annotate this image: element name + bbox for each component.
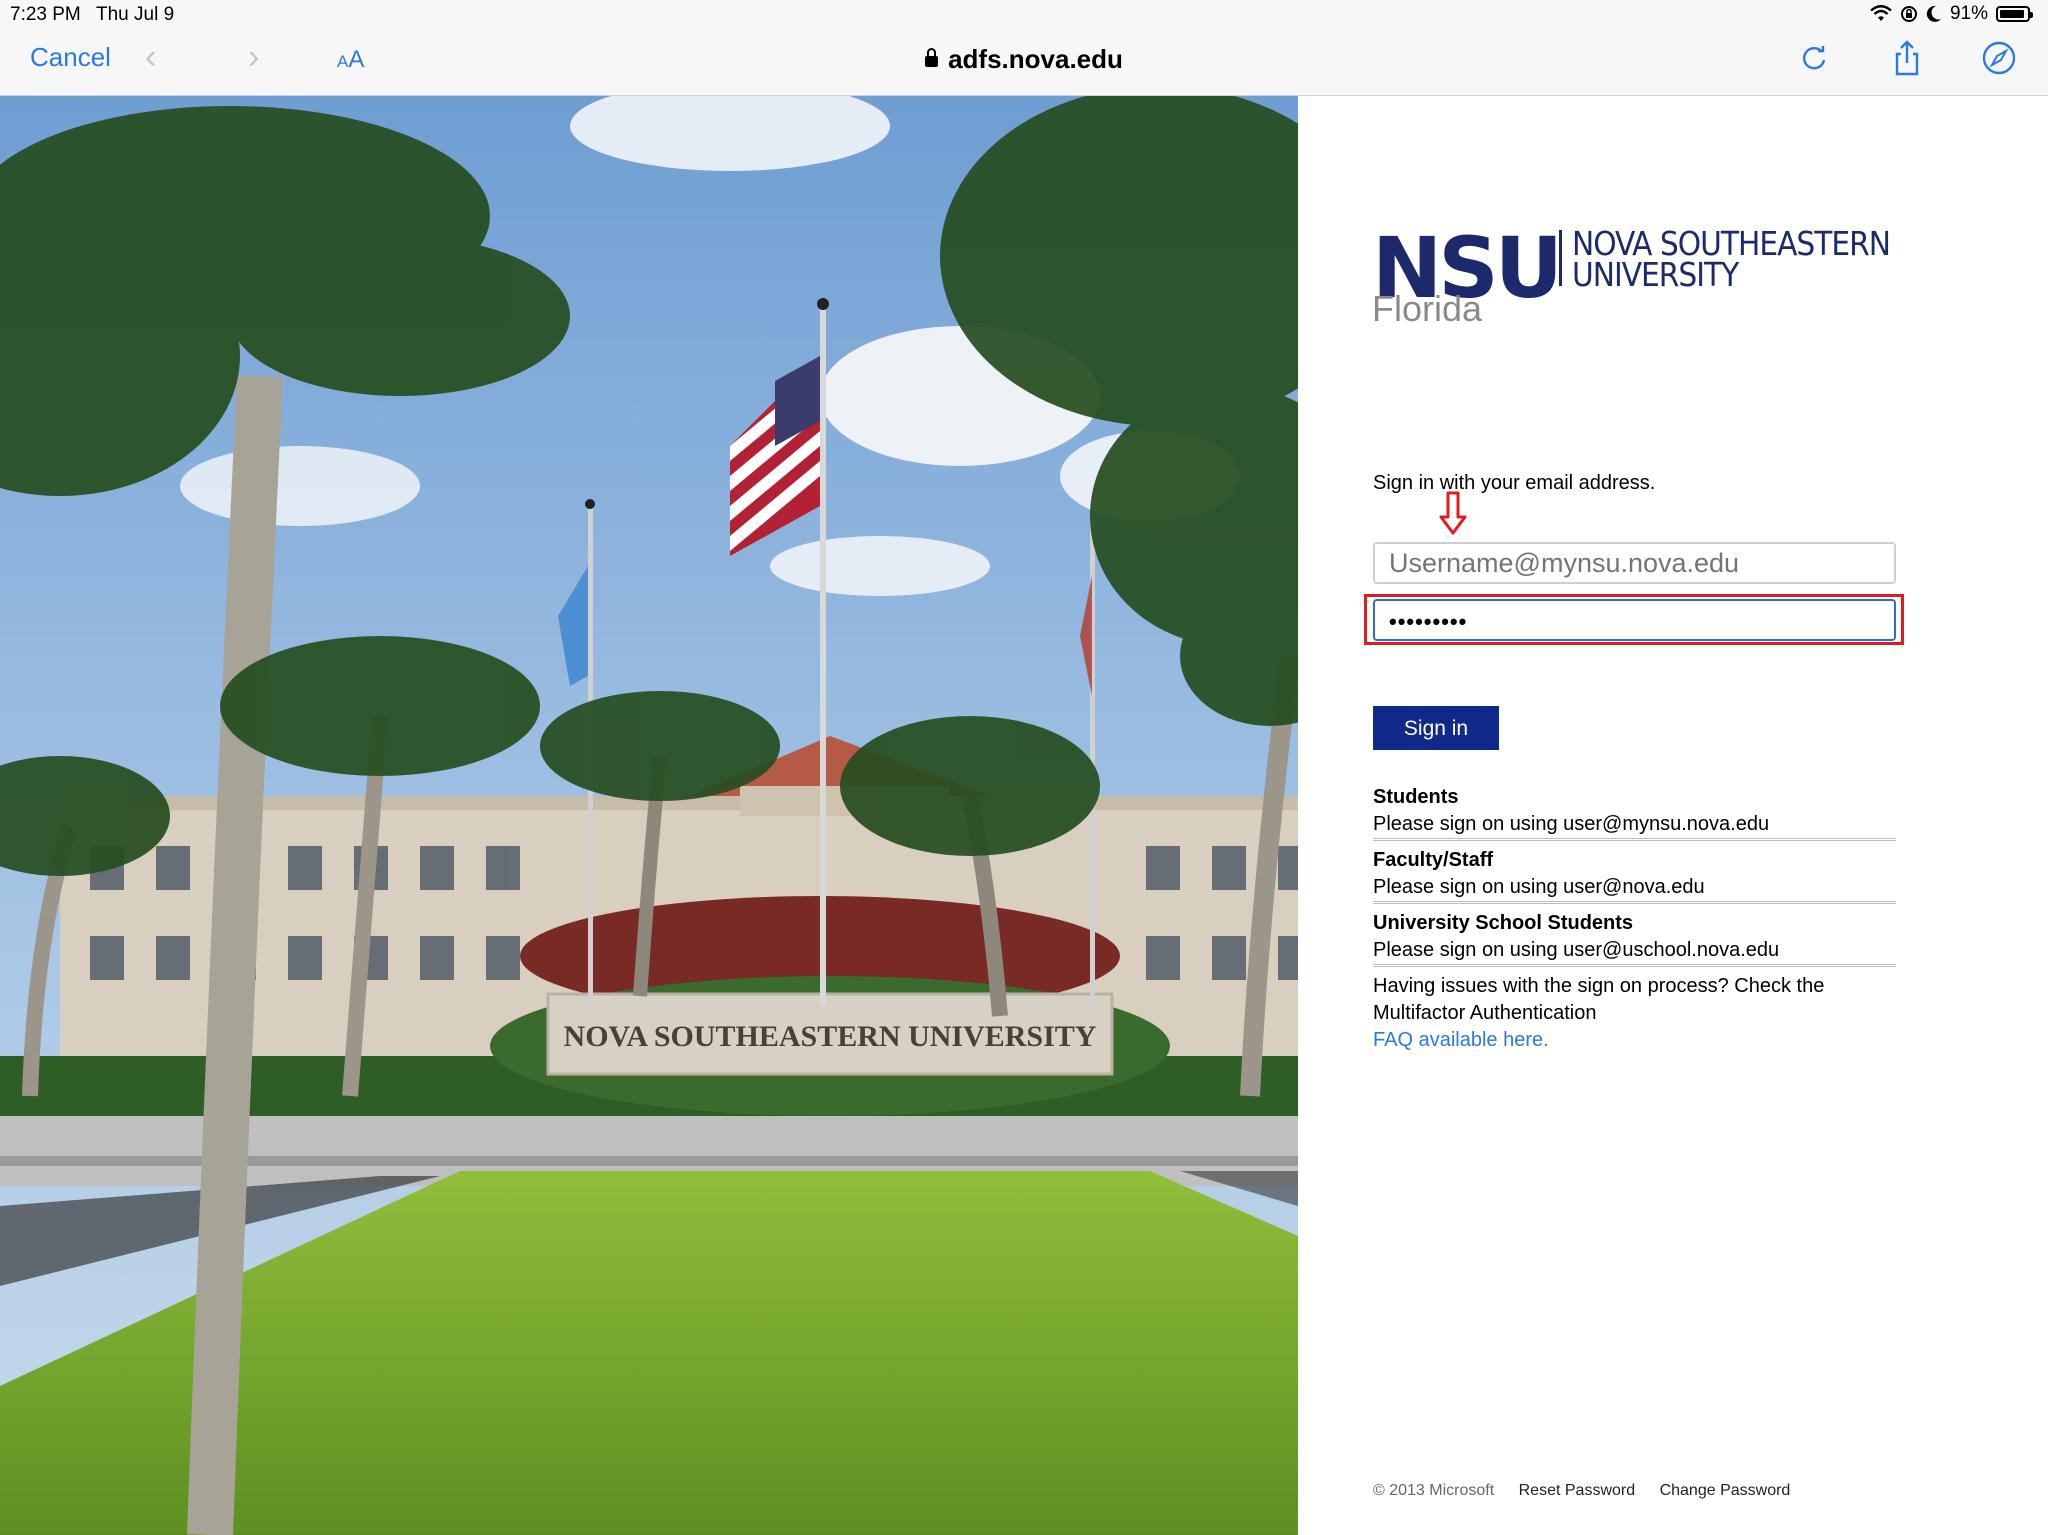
- uschool-block: University School Students Please sign o…: [1373, 910, 1896, 967]
- status-indicators: 91%: [1870, 3, 2033, 25]
- reset-password-link[interactable]: Reset Password: [1519, 1482, 1636, 1499]
- logo-subtitle: Florida: [1372, 288, 1483, 329]
- campus-sign-text: NOVA SOUTHEASTERN UNIVERSITY: [564, 1020, 1097, 1053]
- copyright-text: © 2013 Microsoft: [1373, 1482, 1495, 1499]
- login-panel: NSU NOVA SOUTHEASTERN UNIVERSITY Florida…: [1298, 96, 2048, 1535]
- username-input[interactable]: [1373, 542, 1896, 584]
- sign-in-prompt: Sign in with your email address.: [1373, 472, 1656, 494]
- url-text: adfs.nova.edu: [948, 44, 1123, 74]
- sign-in-button[interactable]: Sign in: [1373, 706, 1499, 750]
- share-icon[interactable]: [1887, 38, 1927, 78]
- battery-icon: [1996, 6, 2033, 22]
- moon-icon: [1926, 5, 1941, 22]
- students-heading: Students: [1373, 786, 1459, 808]
- compass-icon[interactable]: [1979, 38, 2019, 78]
- footer: © 2013 Microsoft Reset Password Change P…: [1373, 1482, 1810, 1500]
- annotation-arrow-icon: [1439, 491, 1467, 535]
- address-bar[interactable]: adfs.nova.edu: [0, 44, 2048, 75]
- sign-on-info: Students Please sign on using user@mynsu…: [1373, 784, 1896, 1054]
- campus-photo: NOVA SOUTHEASTERN UNIVERSITY: [0, 96, 1298, 1535]
- lock-icon: [925, 48, 939, 67]
- logo-name-line2: UNIVERSITY: [1572, 255, 1739, 294]
- uschool-text: Please sign on using user@uschool.nova.e…: [1373, 939, 1780, 961]
- status-date: Thu Jul 9: [96, 4, 175, 25]
- wifi-icon: [1870, 5, 1892, 21]
- reload-icon[interactable]: [1794, 38, 1834, 78]
- password-annotation-box: [1364, 594, 1904, 645]
- issues-text: Having issues with the sign on process? …: [1373, 975, 1825, 1024]
- browser-toolbar: Cancel ‹ › AA adfs.nova.edu: [0, 30, 2048, 96]
- students-block: Students Please sign on using user@mynsu…: [1373, 784, 1896, 841]
- logo-divider: [1559, 230, 1562, 286]
- faculty-block: Faculty/Staff Please sign on using user@…: [1373, 847, 1896, 904]
- uschool-heading: University School Students: [1373, 912, 1634, 934]
- logo-name: NOVA SOUTHEASTERN UNIVERSITY: [1572, 227, 1891, 294]
- change-password-link[interactable]: Change Password: [1660, 1482, 1791, 1499]
- status-time: 7:23 PM: [10, 4, 81, 25]
- faculty-text: Please sign on using user@nova.edu: [1373, 876, 1705, 898]
- faculty-heading: Faculty/Staff: [1373, 849, 1494, 871]
- faq-link[interactable]: FAQ available here.: [1373, 1027, 1896, 1054]
- nsu-logo: NSU NOVA SOUTHEASTERN UNIVERSITY Florida: [1372, 226, 1932, 336]
- orientation-lock-icon: [1900, 6, 1917, 22]
- battery-percent: 91%: [1949, 3, 1988, 24]
- students-text: Please sign on using user@mynsu.nova.edu: [1373, 813, 1770, 835]
- status-bar: 7:23 PM Thu Jul 9 91%: [0, 0, 2048, 30]
